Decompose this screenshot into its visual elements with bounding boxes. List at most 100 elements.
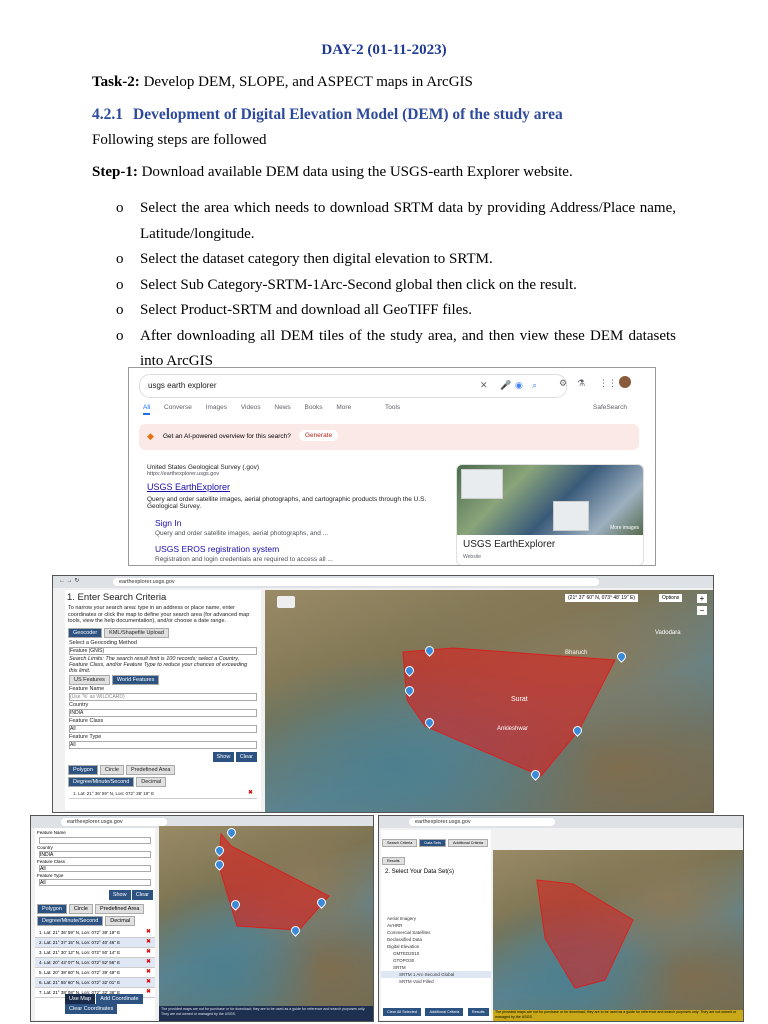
delete-icon[interactable]: ✖ <box>146 958 151 967</box>
zoom-in-icon[interactable]: + <box>697 594 707 603</box>
feature-class-select[interactable]: All <box>39 865 151 872</box>
tab-results[interactable]: Results <box>382 857 405 865</box>
tab-world-features[interactable]: World Features <box>111 674 160 685</box>
method-select[interactable]: Feature (GNIS) <box>69 646 257 655</box>
delete-icon[interactable]: ✖ <box>248 789 253 798</box>
delete-icon[interactable]: ✖ <box>146 928 151 937</box>
tab-geocoder[interactable]: Geocoder <box>68 627 103 638</box>
delete-icon[interactable]: ✖ <box>146 948 151 957</box>
tree-item[interactable]: GMTED2010 <box>381 950 491 957</box>
feature-name-input[interactable] <box>39 837 151 844</box>
coordinate-row[interactable]: 1. Lat: 21° 36' 59" N, Lon: 072° 38' 19"… <box>35 928 155 938</box>
avatar[interactable] <box>619 376 631 388</box>
add-coordinate-button[interactable]: Add Coordinate <box>96 994 143 1004</box>
labs-icon[interactable]: ⚗ <box>577 378 585 389</box>
tab-predefined-area[interactable]: Predefined Area <box>94 904 145 914</box>
tab-converse[interactable]: Converse <box>164 404 192 411</box>
search-area-polygon[interactable] <box>536 879 634 989</box>
clear-coordinates-button[interactable]: Clear Coordinates <box>65 1004 118 1014</box>
feature-type-select[interactable]: All <box>39 879 151 886</box>
mic-icon[interactable]: 🎤 <box>500 380 511 391</box>
address-bar[interactable]: earthexplorer.usgs.gov <box>409 818 555 826</box>
tab-books[interactable]: Books <box>304 404 322 411</box>
tab-decimal[interactable]: Decimal <box>105 916 136 926</box>
address-bar[interactable]: earthexplorer.usgs.gov <box>61 818 167 826</box>
tab-decimal[interactable]: Decimal <box>136 776 167 787</box>
delete-icon[interactable]: ✖ <box>146 938 151 947</box>
gear-icon[interactable]: ⚙ <box>559 378 567 389</box>
safesearch-menu[interactable]: SafeSearch <box>593 404 627 411</box>
sign-in-link[interactable]: Sign In <box>155 518 181 528</box>
tree-item[interactable]: Aerial Imagery <box>381 915 491 922</box>
clear-button[interactable]: Clear <box>131 890 153 900</box>
options-button[interactable]: Options <box>659 594 683 602</box>
satellite-map[interactable]: Surat Bharuch Vadodara Ankleshwar (21° 3… <box>265 590 713 812</box>
generate-button[interactable]: Generate <box>299 430 339 441</box>
tab-dms[interactable]: Degree/Minute/Second <box>68 776 135 787</box>
show-button[interactable]: Show <box>108 890 131 900</box>
coordinate-row[interactable]: 5. Lat: 20° 38' 60" N, Lon: 072° 39' 49"… <box>35 968 155 978</box>
search-area-polygon[interactable] <box>402 647 616 777</box>
tab-images[interactable]: Images <box>206 404 227 411</box>
tab-us-features[interactable]: US Features <box>69 674 110 685</box>
coordinate-row[interactable]: 4. Lat: 20° 43' 07" N, Lon: 072° 52' 56"… <box>35 958 155 968</box>
tab-news[interactable]: News <box>274 404 290 411</box>
tree-item[interactable]: GTOPO30 <box>381 957 491 964</box>
search-input[interactable]: usgs earth explorer ✕ 🎤 ◉ ⌕ <box>139 374 567 398</box>
tab-all[interactable]: All <box>143 404 151 415</box>
coordinate-row[interactable]: 2. Lat: 21° 37' 15" N, Lon: 072° 40' 46"… <box>35 938 155 948</box>
tab-videos[interactable]: Videos <box>241 404 261 411</box>
satellite-map[interactable] <box>159 826 373 1006</box>
tree-item[interactable]: AVHRR <box>381 922 491 929</box>
knowledge-panel-images[interactable]: More images <box>457 465 643 535</box>
feature-name-input[interactable]: (Use '%' as WILDCARD) <box>69 692 257 701</box>
lens-icon[interactable]: ◉ <box>515 380 523 391</box>
registration-link[interactable]: USGS EROS registration system <box>155 544 279 554</box>
tab-dms[interactable]: Degree/Minute/Second <box>37 916 104 926</box>
tab-more[interactable]: More <box>336 404 351 411</box>
coordinate-row[interactable]: 6. Lat: 21° 55' 60" N, Lon: 072° 32' 01"… <box>35 978 155 988</box>
apps-icon[interactable]: ⋮⋮ <box>599 378 617 389</box>
thumbnail <box>461 469 503 499</box>
tab-predefined-area[interactable]: Predefined Area <box>125 764 176 775</box>
zoom-out-icon[interactable]: − <box>697 606 707 615</box>
tree-item[interactable]: SRTM <box>381 964 491 971</box>
tab-polygon[interactable]: Polygon <box>37 904 67 914</box>
tab-kml-upload[interactable]: KML/Shapefile Upload <box>104 627 169 638</box>
tree-item[interactable]: SRTM Void Filled <box>381 978 491 985</box>
search-icon[interactable]: ⌕ <box>532 380 537 391</box>
use-map-button[interactable]: Use Map <box>65 994 96 1004</box>
feature-class-select[interactable]: All <box>69 724 257 733</box>
layers-icon[interactable] <box>277 596 295 608</box>
results-button[interactable]: Results <box>467 1008 489 1016</box>
tree-item-selected[interactable]: SRTM 1 Arc-Second Global <box>381 971 491 978</box>
result-title-link[interactable]: USGS EarthExplorer <box>147 482 230 492</box>
tab-data-sets[interactable]: Data Sets <box>419 839 447 847</box>
delete-icon[interactable]: ✖ <box>146 968 151 977</box>
country-select[interactable]: INDIA <box>69 708 257 717</box>
search-area-polygon[interactable] <box>218 832 330 931</box>
country-select[interactable]: INDIA <box>39 851 151 858</box>
tab-search-criteria[interactable]: Search Criteria <box>382 839 418 847</box>
clear-button[interactable]: Clear <box>235 751 257 762</box>
nav-arrows-icon[interactable]: ← → ↻ <box>59 577 79 584</box>
tab-polygon[interactable]: Polygon <box>68 764 98 775</box>
more-images-label[interactable]: More images <box>610 525 639 531</box>
tab-tools[interactable]: Tools <box>385 404 400 411</box>
additional-criteria-button[interactable]: Additional Criteria <box>425 1008 464 1016</box>
delete-icon[interactable]: ✖ <box>146 978 151 987</box>
coordinate-row[interactable]: 1. Lat: 21° 36' 59" N, Lon: 072° 38' 19"… <box>69 788 257 799</box>
close-icon[interactable]: ✕ <box>480 380 488 391</box>
feature-type-select[interactable]: All <box>69 740 257 749</box>
tab-circle[interactable]: Circle <box>68 904 93 914</box>
tree-item[interactable]: Digital Elevation <box>381 943 491 950</box>
tree-item[interactable]: Declassified Data <box>381 936 491 943</box>
clear-selected-button[interactable]: Clear All Selected <box>383 1008 421 1016</box>
tab-circle[interactable]: Circle <box>99 764 124 775</box>
tab-additional-criteria[interactable]: Additional Criteria <box>448 839 488 847</box>
coordinate-row[interactable]: 3. Lat: 21° 30' 12" N, Lon: 072° 50' 14"… <box>35 948 155 958</box>
tree-item[interactable]: Commercial Satellites <box>381 929 491 936</box>
satellite-map[interactable] <box>493 850 743 1010</box>
show-button[interactable]: Show <box>212 751 235 762</box>
address-bar[interactable]: earthexplorer.usgs.gov <box>113 578 599 586</box>
